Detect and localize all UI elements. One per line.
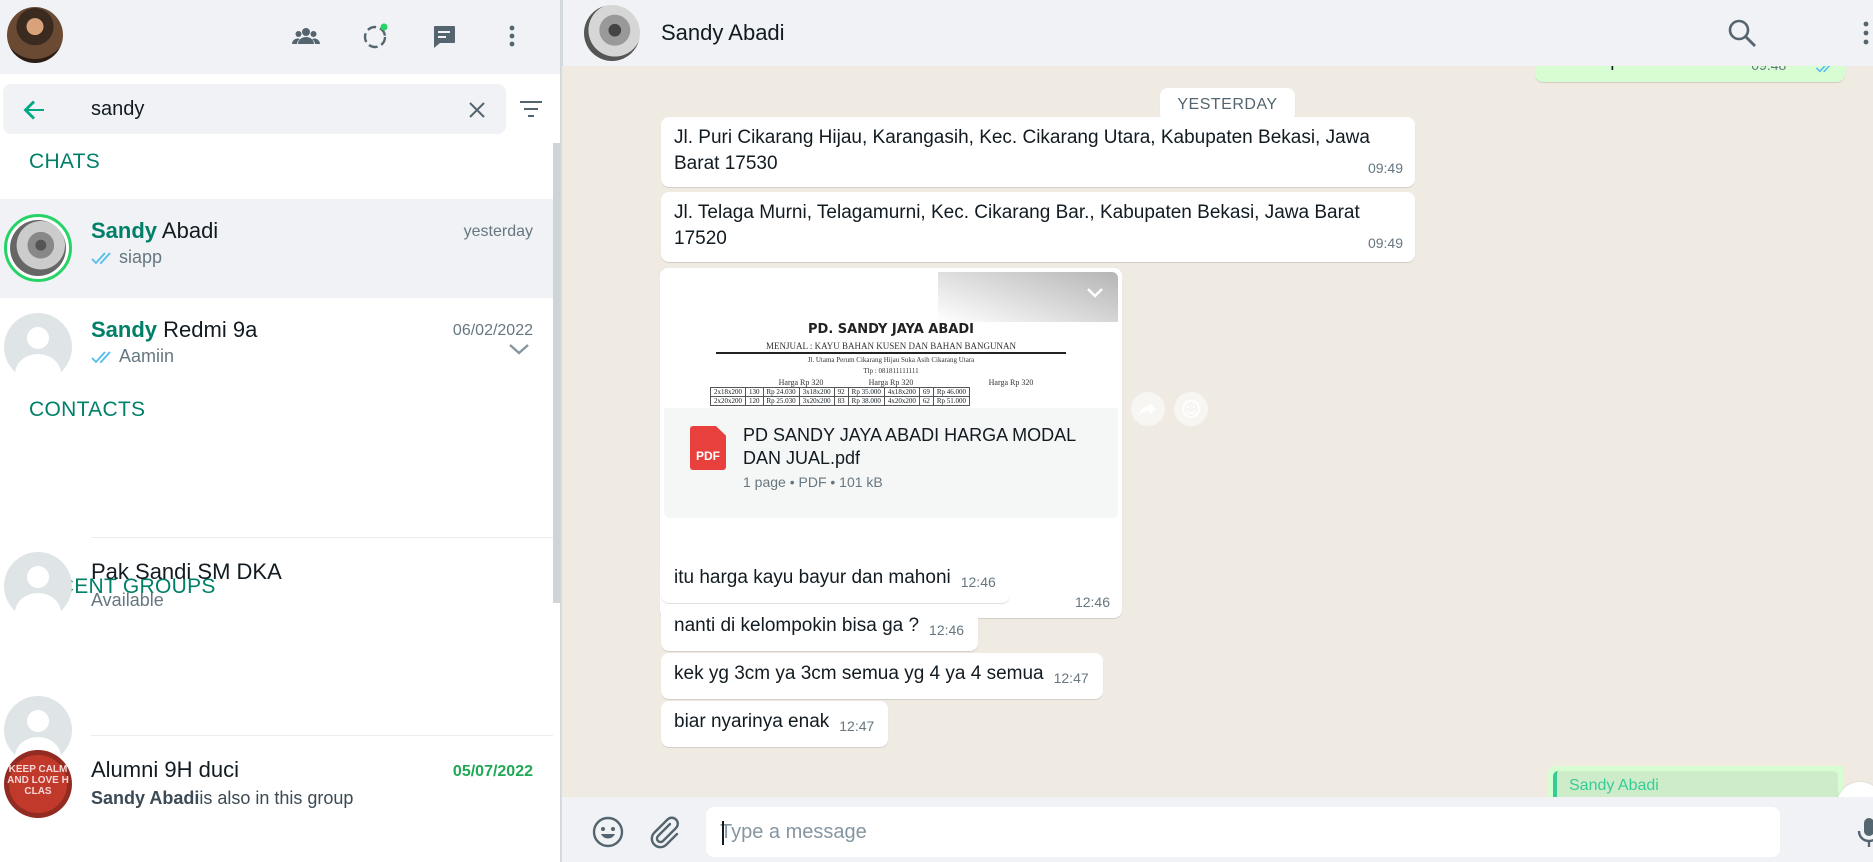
message-incoming[interactable]: itu harga kayu bayur dan mahoni 12:46: [661, 557, 1010, 603]
message-incoming[interactable]: kek yg 3cm ya 3cm semua yg 4 ya 4 semua 1…: [661, 653, 1103, 699]
message-incoming[interactable]: biar nyarinya enak 12:47: [661, 701, 889, 747]
search-bar: sandy: [0, 74, 560, 143]
react-button[interactable]: [1174, 392, 1208, 426]
group-time: 05/07/2022: [452, 763, 533, 780]
message-time: 12:47: [1053, 670, 1089, 686]
forward-icon: [1139, 403, 1156, 416]
chat-row-sandy-abadi[interactable]: Sandy Abadi yesterday siapp: [0, 199, 553, 298]
communities-icon[interactable]: [286, 16, 326, 56]
message-text: Jl. Telaga Murni, Telagamurni, Kec. Cika…: [674, 202, 1360, 249]
preview-header-3: Harga Rp 320: [988, 378, 1034, 387]
group-row-alumni[interactable]: KEEP CALM AND LOVE H CLAS Alumni 9H duci…: [0, 736, 553, 840]
back-arrow-icon[interactable]: [19, 95, 49, 125]
chat-row-sandy-redmi[interactable]: Sandy Redmi 9a 06/02/2022 Aamiin: [0, 298, 553, 397]
read-ticks-icon: [91, 251, 111, 264]
message-text: kek yg 3cm ya 3cm semua yg 4 ya 4 semua: [674, 663, 1044, 684]
preview-table: 2x18x200 130 Rp 24.030 3x18x200 92 Rp 35.000…: [710, 387, 971, 406]
contact-name[interactable]: Sandy Abadi: [661, 20, 785, 46]
message-text: biar nyarinya enak: [674, 711, 830, 732]
avatar: [4, 214, 72, 282]
message-time: 09:49: [1367, 235, 1403, 251]
message-time: 09:49: [1367, 160, 1403, 176]
preview-phone: Tlp : 081811111111: [863, 367, 919, 375]
contact-status: Available: [91, 590, 164, 610]
microphone-icon[interactable]: [1852, 815, 1873, 849]
contact-avatar[interactable]: [584, 5, 640, 61]
menu-icon[interactable]: [492, 16, 532, 56]
group-avatar: KEEP CALM AND LOVE H CLAS: [4, 750, 72, 818]
profile-avatar[interactable]: [7, 7, 63, 63]
avatar: [4, 313, 72, 381]
filter-icon[interactable]: [518, 96, 544, 122]
document-meta: 1 page • PDF • 101 kB: [743, 474, 883, 490]
message-time: 12:46: [960, 574, 996, 590]
document-filename: PD SANDY JAYA ABADI HARGA MODAL DAN JUAL…: [743, 425, 1076, 468]
message-incoming[interactable]: Jl. Puri Cikarang Hijau, Karangasih, Kec…: [661, 117, 1415, 187]
preview-subtitle: MENJUAL : KAYU BAHAN KUSEN DAN BAHAN BAN…: [765, 341, 1017, 351]
chat-time: 06/02/2022: [452, 322, 533, 339]
message-incoming[interactable]: nanti di kelompokin bisa ga ? 12:46: [661, 605, 979, 651]
text-cursor: [722, 821, 724, 845]
preview-title: PD. SANDY JAYA ABADI: [808, 322, 974, 337]
scrollbar[interactable]: [553, 143, 560, 603]
chat-list-panel: sandy CHATS Sandy Abadi yesterday siapp …: [0, 0, 561, 862]
message-text: itu harga kayu bayur dan mahoni: [674, 567, 951, 588]
chat-preview: siapp: [91, 247, 162, 268]
message-time: 12:47: [839, 718, 875, 734]
message-time: 12:46: [1074, 594, 1110, 610]
chevron-down-icon[interactable]: [1084, 282, 1106, 304]
message-list: alamat perusahaan itu 09:48 YESTERDAY Jl…: [562, 44, 1873, 828]
chat-preview: Aamiin: [91, 346, 174, 367]
message-time: 12:46: [929, 622, 965, 638]
search-icon[interactable]: [1725, 16, 1759, 50]
sidebar-header: [0, 0, 560, 74]
section-contacts-title: CONTACTS: [29, 398, 146, 421]
clear-search-icon[interactable]: [465, 98, 489, 122]
search-field[interactable]: sandy: [3, 84, 506, 134]
message-incoming[interactable]: Jl. Telaga Murni, Telagamurni, Kec. Cika…: [661, 192, 1415, 262]
new-chat-icon[interactable]: [424, 16, 464, 56]
section-chats-title: CHATS: [29, 150, 101, 173]
document-file-info[interactable]: PDF PD SANDY JAYA ABADI HARGA MODAL DAN …: [664, 408, 1118, 518]
pdf-file-icon: PDF: [690, 426, 726, 470]
contact-row-pak-sandi[interactable]: Pak Sandi SM DKA Available: [0, 538, 553, 634]
avatar: [4, 552, 72, 620]
emoji-icon: [1182, 400, 1200, 418]
group-member-note: Sandy Abadi is also in this group: [91, 788, 354, 808]
conversation-header[interactable]: Sandy Abadi: [562, 0, 1873, 66]
contact-name: Pak Sandi SM DKA: [91, 559, 282, 584]
document-preview[interactable]: PD. SANDY JAYA ABADI MENJUAL : KAYU BAHA…: [664, 272, 1118, 408]
menu-icon[interactable]: [1851, 16, 1873, 50]
chat-time: yesterday: [463, 223, 533, 240]
read-ticks-icon: [91, 350, 111, 363]
composer: [562, 797, 1873, 862]
forward-button[interactable]: [1131, 392, 1165, 426]
emoji-icon[interactable]: [591, 815, 625, 849]
status-icon[interactable]: [355, 16, 395, 56]
group-name: Alumni 9H duci: [91, 757, 239, 782]
message-text: Jl. Puri Cikarang Hijau, Karangasih, Kec…: [674, 127, 1370, 174]
chat-name: Sandy Abadi: [91, 218, 219, 243]
message-text: nanti di kelompokin bisa ga ?: [674, 615, 920, 636]
conversation-panel: Sandy Abadi alamat perusahaan itu 09:48 …: [562, 0, 1873, 862]
message-input[interactable]: [706, 807, 1780, 857]
search-input[interactable]: sandy: [91, 98, 144, 121]
chat-name: Sandy Redmi 9a: [91, 317, 258, 342]
attach-icon[interactable]: [647, 815, 681, 849]
preview-address: Jl. Utama Perum Cikarang Hijau Suka Asih…: [807, 356, 975, 364]
chevron-down-icon[interactable]: [508, 342, 530, 356]
